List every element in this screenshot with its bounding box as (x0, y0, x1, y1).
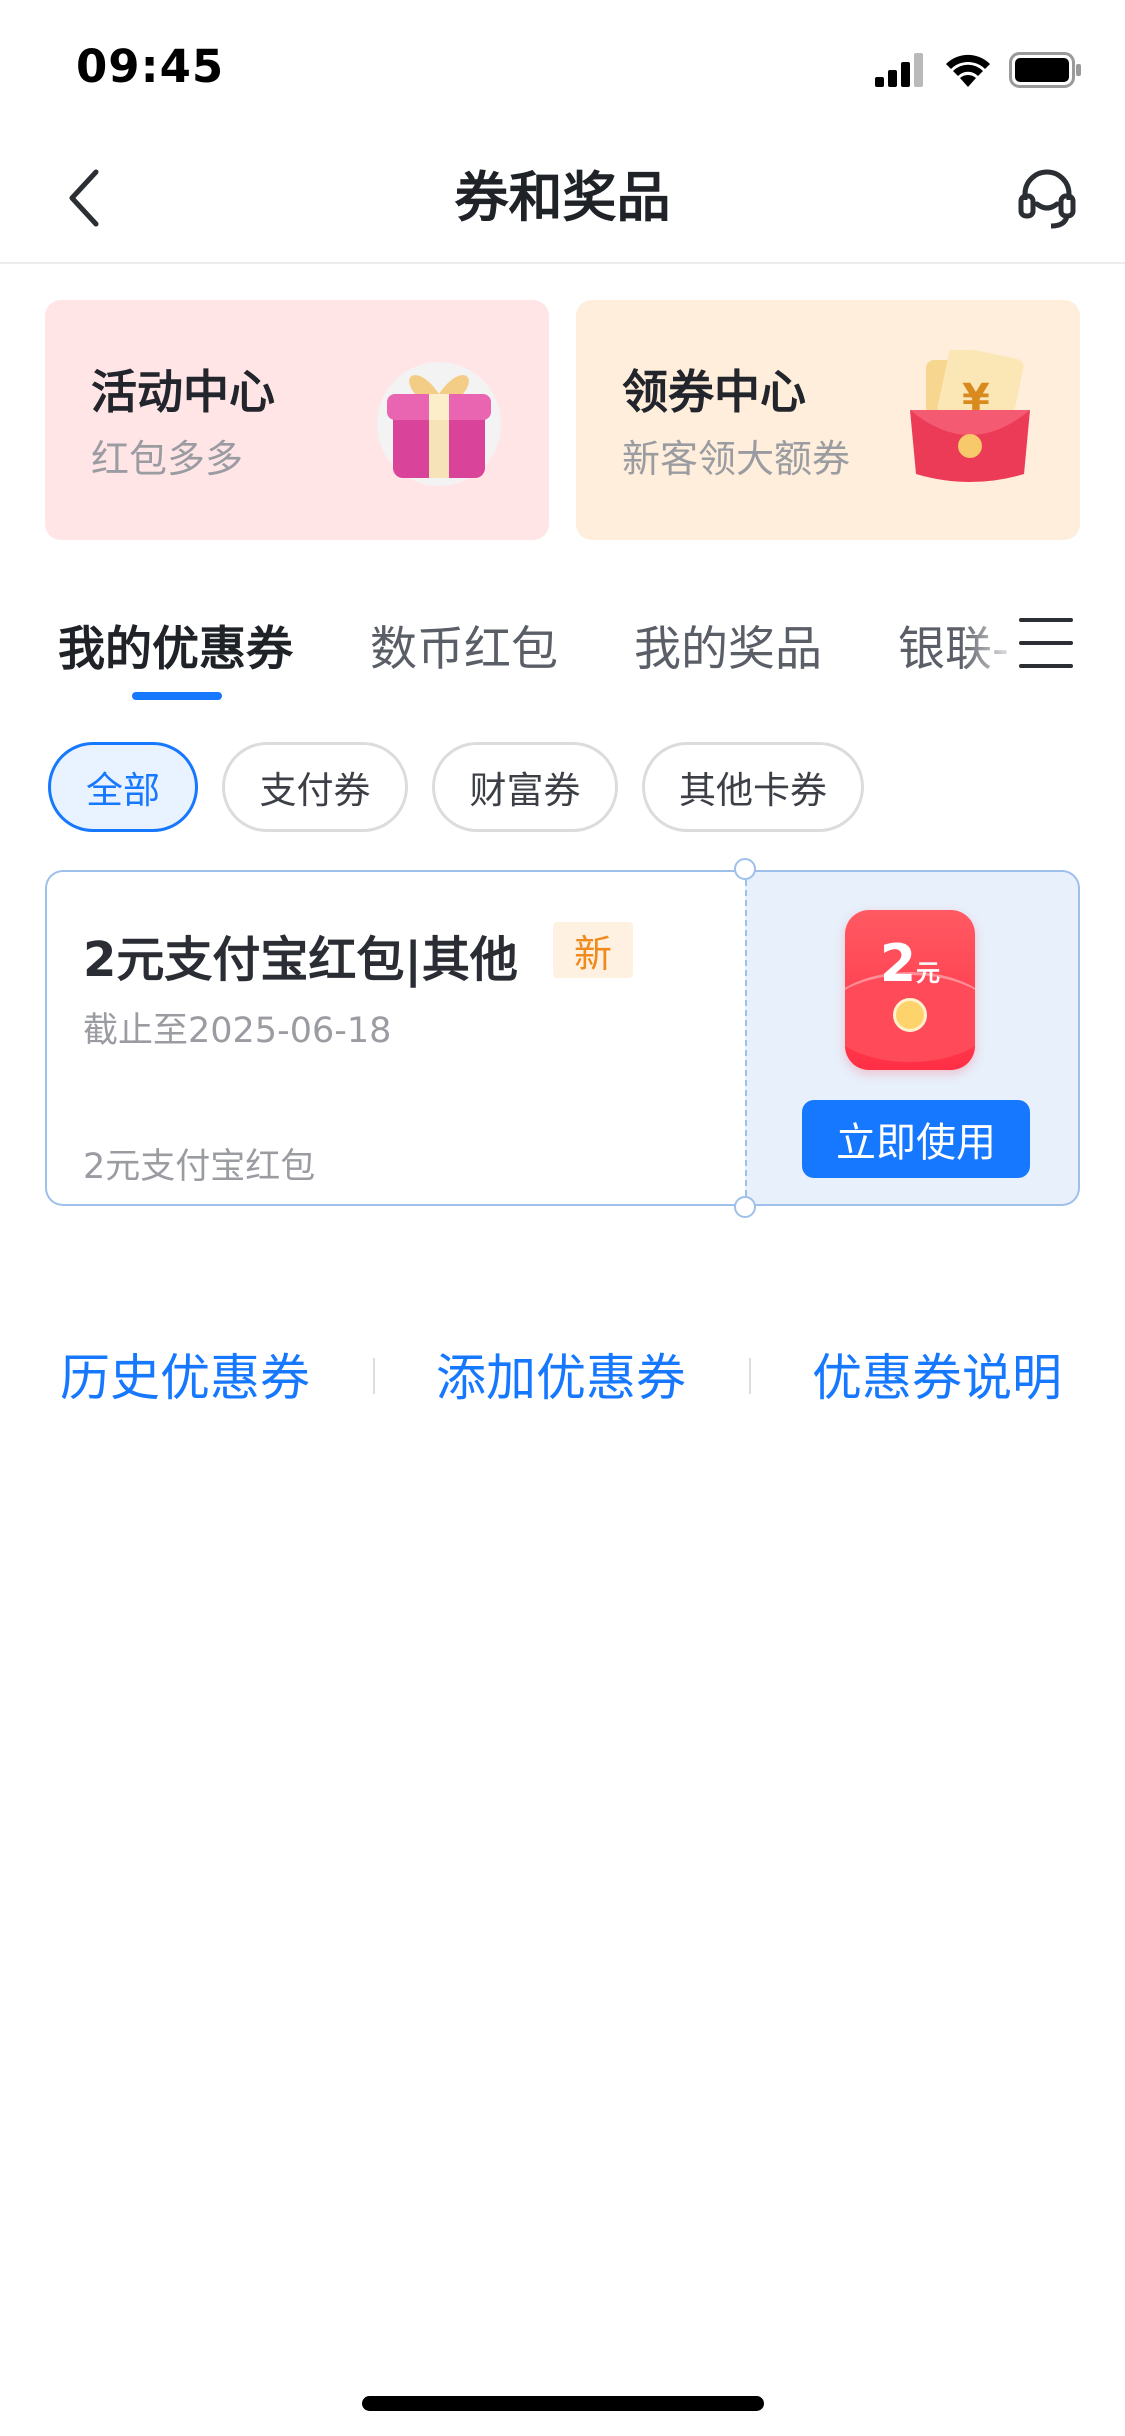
customer-service-button[interactable] (1009, 160, 1085, 236)
chip-wealth-coupons[interactable]: 财富券 (432, 742, 618, 832)
add-coupon-link[interactable]: 添加优惠券 (436, 1338, 686, 1410)
page-title: 券和奖品 (454, 166, 671, 229)
status-bar: 09:45 (0, 0, 1125, 132)
coupon-description: 2元支付宝红包 (83, 1147, 316, 1187)
red-packet-amount-number: 2 (879, 934, 917, 994)
coupon-center-title: 领券中心 (622, 365, 806, 419)
coupon-tabs: 我的优惠券 数币红包 我的奖品 银联- (0, 600, 1125, 710)
new-badge: 新 (553, 922, 633, 978)
link-divider (749, 1358, 751, 1394)
activity-center-title: 活动中心 (91, 365, 275, 419)
coupon-notch-bottom (734, 1196, 756, 1218)
link-divider (373, 1358, 375, 1394)
chip-all[interactable]: 全部 (48, 742, 198, 832)
tab-scroll-fade (960, 600, 1020, 690)
headset-icon (1018, 169, 1076, 229)
red-packet-seal (893, 998, 927, 1032)
activity-center-card[interactable]: 活动中心 红包多多 (45, 300, 549, 540)
home-indicator (362, 2396, 764, 2411)
nav-bar: 券和奖品 (0, 132, 1125, 264)
coupon-info: 2元支付宝红包|其他 新 截止至2025-06-18 2元支付宝红包 (45, 870, 745, 1206)
coupon-center-subtitle: 新客领大额券 (622, 437, 851, 481)
status-time: 09:45 (76, 40, 225, 93)
coupon-expiry: 截止至2025-06-18 (83, 1011, 392, 1051)
use-now-button[interactable]: 立即使用 (802, 1100, 1030, 1178)
battery-icon (1009, 52, 1081, 88)
menu-icon-line (1019, 641, 1073, 645)
coupon-action-area: 2元 立即使用 (745, 870, 1080, 1206)
coupon-card[interactable]: 2元支付宝红包|其他 新 截止至2025-06-18 2元支付宝红包 2元 立即… (45, 858, 1080, 1218)
active-tab-indicator (132, 692, 222, 700)
coupon-center-card[interactable]: 领券中心 新客领大额券 ¥ (576, 300, 1080, 540)
menu-icon-line (1019, 664, 1073, 668)
coupon-notch-top (734, 858, 756, 880)
chip-other-card-coupons[interactable]: 其他卡券 (642, 742, 864, 832)
chip-payment-coupons[interactable]: 支付券 (222, 742, 408, 832)
tab-my-coupons[interactable]: 我的优惠券 (58, 610, 293, 679)
red-packet-amount-unit: 元 (916, 959, 941, 987)
coupon-instructions-link[interactable]: 优惠券说明 (812, 1338, 1062, 1410)
menu-icon-line (1019, 618, 1073, 622)
gift-box-icon (377, 362, 501, 486)
red-packet-amount: 2元 (845, 934, 975, 994)
tab-my-prizes[interactable]: 我的奖品 (634, 610, 822, 679)
activity-center-subtitle: 红包多多 (91, 437, 244, 481)
tab-menu-button[interactable] (1015, 612, 1077, 674)
red-packet-icon: 2元 (845, 910, 975, 1070)
tab-digital-currency-red-packet[interactable]: 数币红包 (370, 610, 558, 679)
coupon-title: 2元支付宝红包|其他 (83, 932, 518, 988)
history-coupons-link[interactable]: 历史优惠券 (60, 1338, 310, 1410)
wifi-icon (946, 54, 990, 87)
coupon-red-packet-icon: ¥ (910, 350, 1030, 482)
footer-links: 历史优惠券 添加优惠券 优惠券说明 (0, 1330, 1125, 1410)
status-icons (875, 50, 1083, 90)
cellular-signal-icon (875, 53, 923, 87)
